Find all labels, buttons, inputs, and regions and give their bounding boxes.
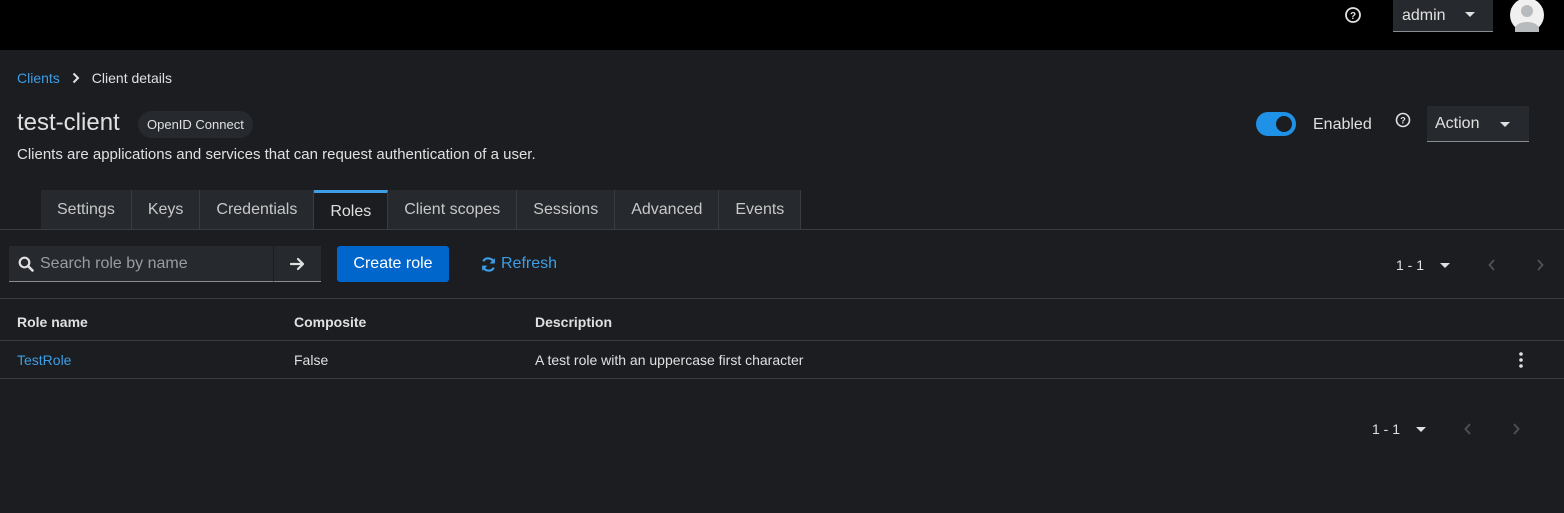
pagination-range[interactable]: 1 - 1: [1396, 257, 1424, 273]
create-role-button[interactable]: Create role: [337, 246, 449, 282]
search-submit-button[interactable]: [273, 246, 321, 282]
role-name-link[interactable]: TestRole: [17, 352, 71, 368]
breadcrumb: Clients Client details: [17, 70, 172, 86]
page-description: Clients are applications and services th…: [17, 146, 536, 163]
search-icon: [18, 256, 34, 272]
breadcrumb-current: Client details: [91, 70, 172, 86]
angle-right-icon[interactable]: [1512, 423, 1520, 435]
action-label: Action: [1435, 115, 1480, 132]
tab-roles[interactable]: Roles: [314, 190, 389, 230]
refresh-button[interactable]: Refresh: [480, 255, 557, 273]
enabled-toggle[interactable]: [1256, 112, 1296, 136]
masthead: ? admin: [0, 0, 1564, 50]
search-box: [9, 246, 273, 282]
chevron-right-icon: [72, 72, 80, 84]
table-header-divider: [0, 340, 1564, 341]
enabled-label: Enabled: [1313, 116, 1372, 133]
svg-text:?: ?: [1350, 11, 1356, 22]
tab-keys[interactable]: Keys: [131, 190, 201, 230]
caret-down-icon[interactable]: [1416, 427, 1426, 433]
column-header-role-name: Role name: [17, 314, 88, 330]
role-composite: False: [294, 352, 329, 368]
angle-left-icon[interactable]: [1464, 423, 1472, 435]
tab-advanced[interactable]: Advanced: [615, 190, 720, 230]
angle-left-icon[interactable]: [1488, 259, 1496, 271]
client-tabs: Settings Keys Credentials Roles Client s…: [41, 190, 802, 230]
caret-down-icon: [1465, 12, 1475, 17]
user-name: admin: [1402, 6, 1446, 24]
user-avatar-icon[interactable]: [1509, 0, 1545, 32]
tabs-divider: [0, 229, 1564, 230]
role-description: A test role with an uppercase first char…: [535, 352, 804, 368]
column-header-composite: Composite: [294, 314, 367, 330]
user-dropdown[interactable]: admin: [1393, 0, 1493, 32]
caret-down-icon: [1500, 122, 1510, 127]
pagination-top: 1 - 1: [1396, 257, 1546, 275]
refresh-label: Refresh: [501, 255, 558, 272]
svg-text:?: ?: [1400, 116, 1406, 126]
action-dropdown[interactable]: Action: [1427, 106, 1529, 142]
tab-settings[interactable]: Settings: [41, 190, 132, 230]
angle-right-icon[interactable]: [1536, 259, 1544, 271]
pagination-range[interactable]: 1 - 1: [1372, 421, 1400, 437]
column-header-description: Description: [535, 314, 613, 330]
breadcrumb-clients-link[interactable]: Clients: [17, 70, 60, 86]
arrow-right-icon: [290, 257, 305, 271]
table-top-divider: [0, 298, 1564, 299]
page-title: test-client: [17, 109, 120, 136]
help-icon[interactable]: ?: [1395, 112, 1411, 128]
table-row-divider: [0, 378, 1564, 379]
tab-events[interactable]: Events: [719, 190, 802, 230]
caret-down-icon[interactable]: [1440, 263, 1450, 269]
protocol-badge: OpenID Connect: [138, 111, 253, 138]
tab-client-scopes[interactable]: Client scopes: [388, 190, 518, 230]
tab-sessions[interactable]: Sessions: [517, 190, 616, 230]
kebab-icon[interactable]: [1517, 351, 1525, 369]
help-icon[interactable]: ?: [1344, 6, 1362, 24]
tab-credentials[interactable]: Credentials: [200, 190, 315, 230]
search-input[interactable]: [40, 254, 260, 273]
pagination-bottom: 1 - 1: [1372, 421, 1522, 439]
toggle-knob: [1276, 116, 1292, 132]
refresh-icon: [482, 256, 495, 272]
